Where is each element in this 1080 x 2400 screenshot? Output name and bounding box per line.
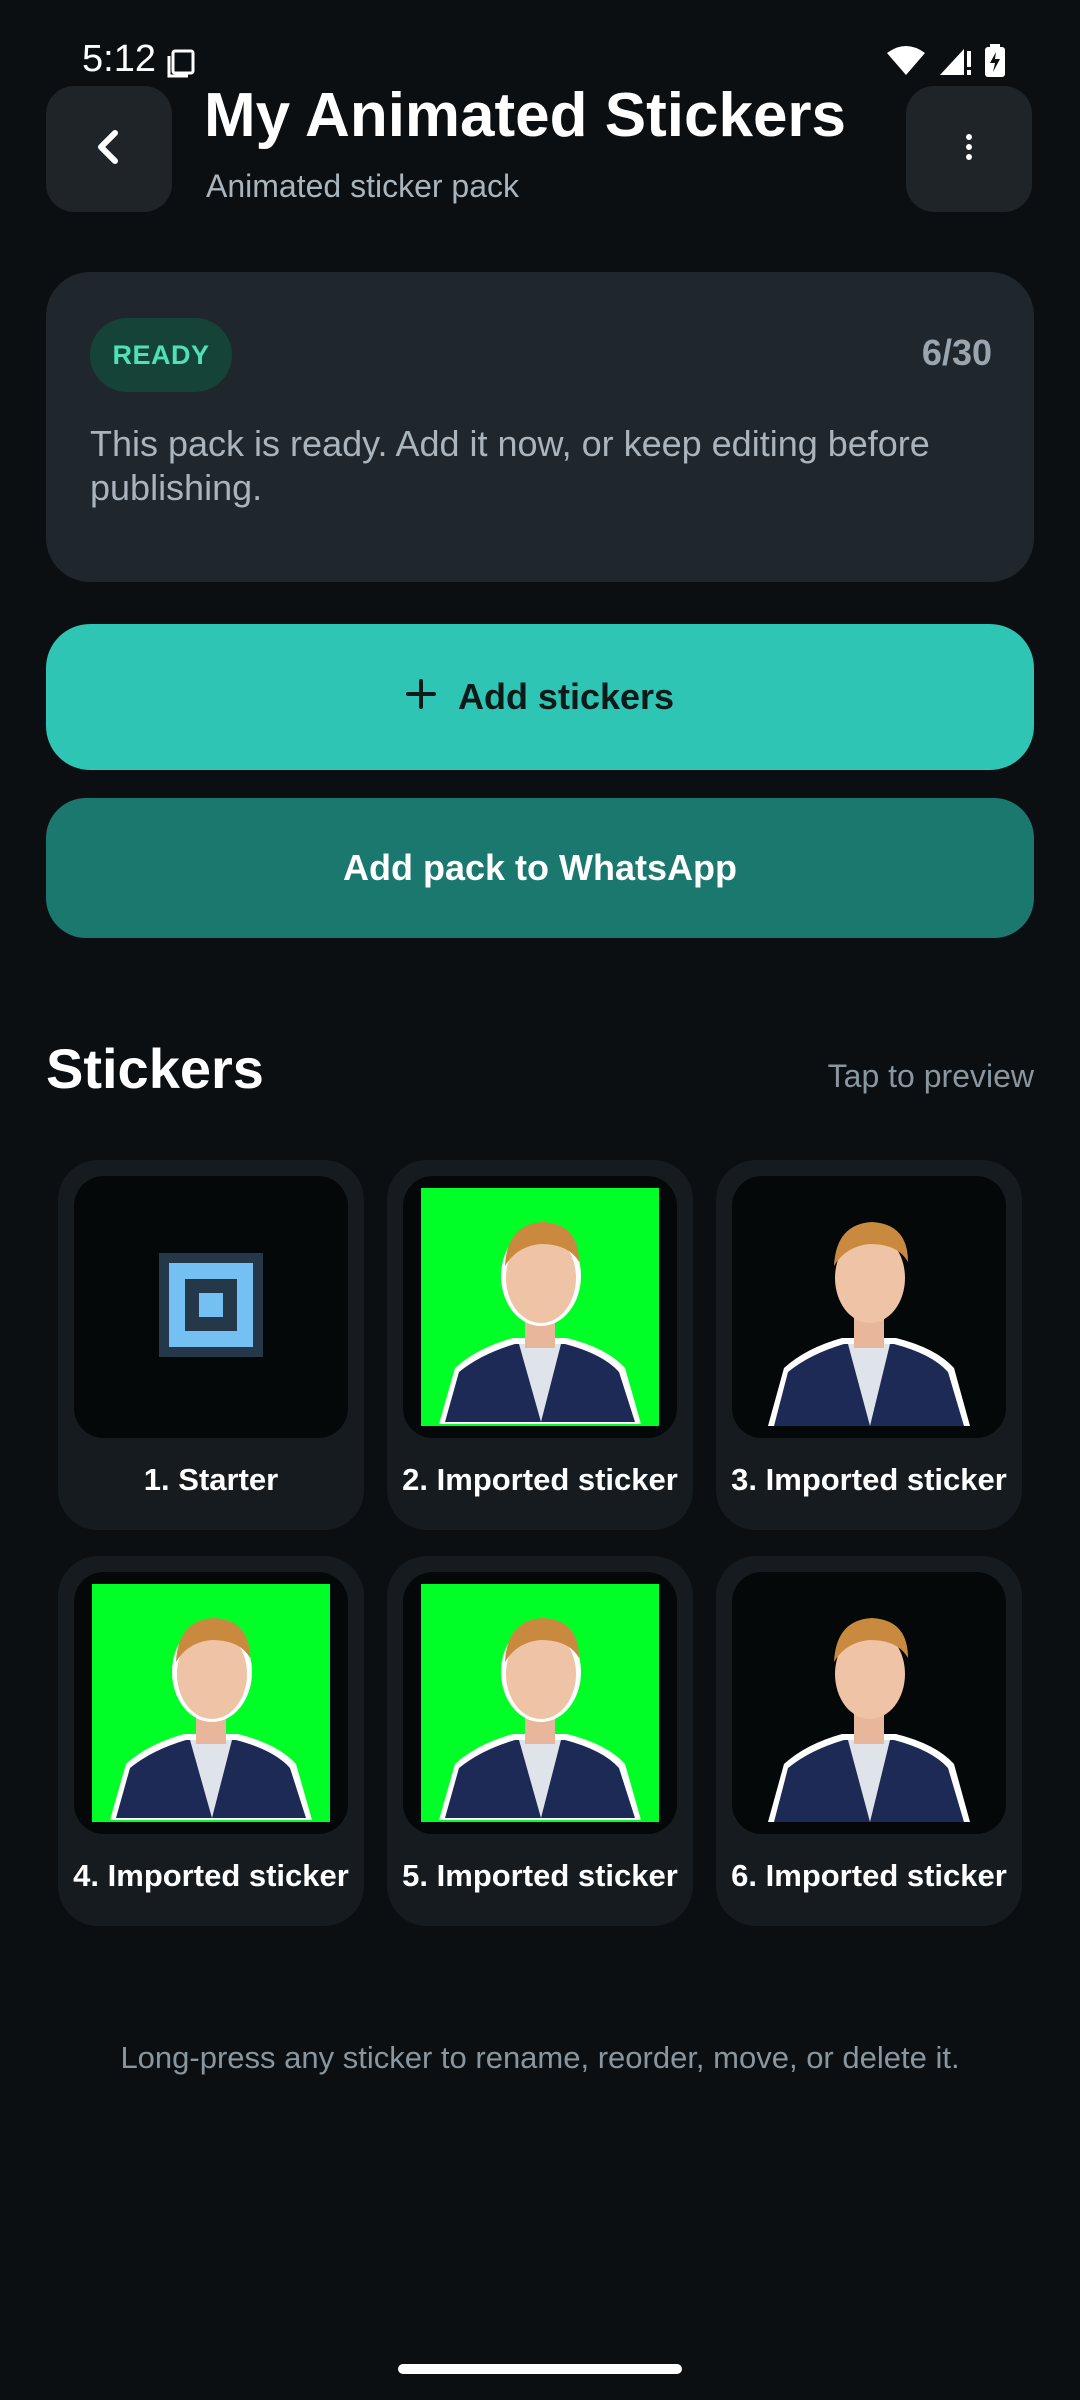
more-options-button[interactable] — [906, 86, 1032, 212]
status-badge: READY — [90, 318, 232, 392]
sticker-tile[interactable]: 6. Imported sticker — [716, 1556, 1022, 1926]
sticker-thumbnail — [403, 1572, 677, 1834]
sticker-label: 5. Imported sticker — [402, 1858, 678, 1893]
page-subtitle: Animated sticker pack — [206, 168, 520, 204]
sticker-thumbnail — [74, 1572, 348, 1834]
stickers-section-title: Stickers — [46, 1037, 264, 1100]
screenshot-icon — [166, 48, 196, 78]
portrait-image — [750, 1584, 988, 1822]
plus-icon — [405, 676, 436, 718]
tap-to-preview-hint: Tap to preview — [827, 1058, 1034, 1094]
sticker-tile[interactable]: 5. Imported sticker — [387, 1556, 693, 1926]
sticker-label: 6. Imported sticker — [731, 1858, 1007, 1893]
add-stickers-label: Add stickers — [457, 676, 675, 717]
add-to-whatsapp-label: Add pack to WhatsApp — [343, 847, 737, 888]
sticker-label: 4. Imported sticker — [73, 1858, 349, 1893]
portrait-image — [421, 1188, 659, 1426]
back-button[interactable] — [46, 86, 172, 212]
portrait-image — [92, 1584, 330, 1822]
sticker-thumbnail — [732, 1572, 1006, 1834]
page-title: My Animated Stickers — [204, 81, 847, 150]
long-press-hint: Long-press any sticker to rename, reorde… — [120, 2040, 960, 2075]
portrait-image — [421, 1584, 659, 1822]
signal-icon — [938, 45, 972, 82]
status-time: 5:12 — [82, 38, 156, 80]
sticker-tile[interactable]: 4. Imported sticker — [58, 1556, 364, 1926]
add-to-whatsapp-button[interactable]: Add pack to WhatsApp — [46, 798, 1034, 938]
portrait-image — [750, 1188, 988, 1426]
sticker-label: 2. Imported sticker — [402, 1462, 678, 1497]
sticker-tile[interactable]: 2. Imported sticker — [387, 1160, 693, 1530]
chevron-left-icon — [95, 129, 123, 170]
sticker-thumbnail — [74, 1176, 348, 1438]
sticker-thumbnail — [732, 1176, 1006, 1438]
more-vertical-icon — [964, 133, 974, 165]
pack-status-card: READY 6/30 This pack is ready. Add it no… — [46, 272, 1034, 582]
home-indicator[interactable] — [398, 2364, 682, 2374]
sticker-thumbnail — [403, 1176, 677, 1438]
status-icons — [886, 44, 1006, 83]
sticker-tile[interactable]: 3. Imported sticker — [716, 1160, 1022, 1530]
add-stickers-button[interactable]: Add stickers — [46, 624, 1034, 770]
sticker-label: 3. Imported sticker — [731, 1462, 1007, 1497]
status-message: This pack is ready. Add it now, or keep … — [90, 423, 930, 508]
sticker-tile[interactable]: 1. Starter — [58, 1160, 364, 1530]
sticker-count: 6/30 — [921, 332, 992, 373]
starter-square-icon — [159, 1252, 263, 1362]
battery-charging-icon — [984, 44, 1006, 83]
wifi-icon — [886, 45, 926, 82]
sticker-label: 1. Starter — [143, 1462, 279, 1497]
